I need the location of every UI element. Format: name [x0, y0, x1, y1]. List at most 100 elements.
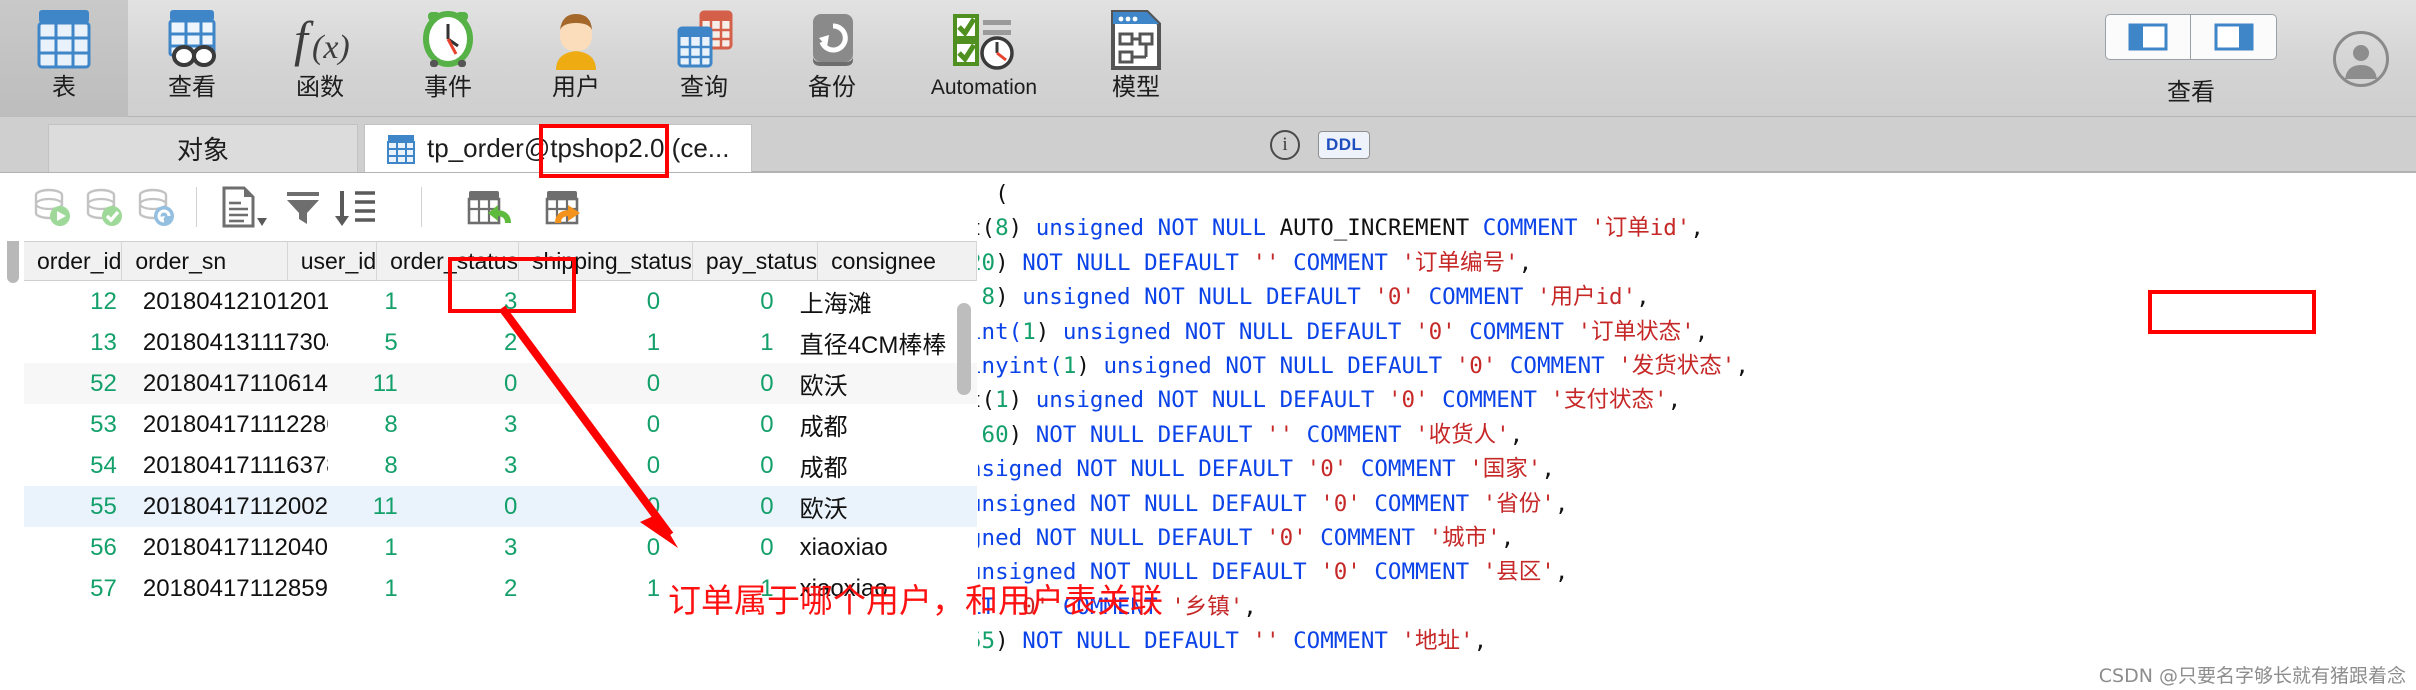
tab-objects[interactable]: 对象: [48, 124, 358, 172]
grid-cell-order_id[interactable]: 55: [24, 486, 130, 527]
grid-cell-consignee[interactable]: 直径4CM棒棒: [787, 322, 977, 363]
grid-cell-shipping_status[interactable]: 0: [530, 486, 673, 527]
grid-cell-user_id[interactable]: 11: [328, 486, 411, 527]
grid-cell-consignee[interactable]: 欧沃: [787, 363, 977, 404]
grid-cell-order_status[interactable]: 2: [411, 568, 531, 609]
grid-cell-user_id[interactable]: 11: [328, 363, 411, 404]
grid-column-header-consignee[interactable]: consignee: [818, 241, 977, 281]
grid-vertical-scrollbar[interactable]: [957, 291, 971, 681]
grid-cell-order_sn[interactable]: 201804171128591: [130, 568, 328, 609]
grid-cell-order_id[interactable]: 56: [24, 527, 130, 568]
grid-cell-order_sn[interactable]: 201804171120408: [130, 527, 328, 568]
table-icon: [387, 134, 415, 164]
table-row[interactable]: 55 201804171120026 11 0 0 0 欧沃: [24, 486, 977, 527]
grid-cell-order_id[interactable]: 57: [24, 568, 130, 609]
ribbon-item-table[interactable]: 表: [0, 0, 128, 117]
grid-cell-user_id[interactable]: 1: [328, 568, 411, 609]
tab-tp-order[interactable]: tp_order@tpshop2.0 (ce...: [364, 124, 753, 172]
ribbon-item-view[interactable]: 查看: [128, 0, 256, 117]
grid-cell-order_id[interactable]: 54: [24, 445, 130, 486]
table-row[interactable]: 52201804171106141411000欧沃: [24, 363, 977, 404]
grid-cell-shipping_status[interactable]: 0: [530, 281, 673, 322]
grid-cell-consignee[interactable]: 成都: [787, 445, 977, 486]
grid-cell-pay_status[interactable]: 0: [673, 527, 787, 568]
grid-cell-order_sn[interactable]: 201804171120026: [130, 486, 328, 527]
grid-cell-user_id[interactable]: 1: [328, 281, 411, 322]
grid-column-header-shipping_status[interactable]: shipping_status: [519, 241, 693, 281]
ribbon-item-query[interactable]: 查询: [640, 0, 768, 117]
grid-cell-order_sn[interactable]: 2018041711163786: [130, 445, 328, 486]
ddl-line: 55) NOT NULL DEFAULT '' COMMENT '地址',: [978, 628, 1488, 655]
grid-cell-shipping_status[interactable]: 0: [530, 527, 673, 568]
grid-column-header-order_sn[interactable]: order_sn: [122, 241, 288, 281]
grid-cell-order_sn[interactable]: 201804171112286: [130, 404, 328, 445]
grid-column-header-order_status[interactable]: order_status: [377, 241, 519, 281]
grid-cell-pay_status[interactable]: 0: [673, 281, 787, 322]
view-layout-group: 查看: [2076, 0, 2306, 117]
grid-cell-order_sn[interactable]: 201804131117304: [130, 322, 328, 363]
grid-cell-order_sn[interactable]: 201804121012019: [130, 281, 328, 322]
ribbon-item-function[interactable]: f (x) 函数: [256, 0, 384, 117]
grid-cell-shipping_status[interactable]: 1: [530, 568, 673, 609]
right-panel-layout-icon[interactable]: [2191, 14, 2277, 60]
table-row[interactable]: 12 201804121012019 1 3 0 0 上海滩: [24, 281, 977, 322]
grid-cell-order_status[interactable]: 2: [411, 322, 531, 363]
grid-cell-order_id[interactable]: 52: [24, 363, 130, 404]
ribbon-item-model[interactable]: 模型: [1072, 0, 1200, 117]
database-rollback-icon[interactable]: [130, 181, 182, 233]
avatar[interactable]: [2306, 0, 2416, 117]
info-icon[interactable]: i: [1270, 130, 1300, 160]
grid-cell-pay_status[interactable]: 1: [673, 322, 787, 363]
grid-cell-order_status[interactable]: 3: [411, 527, 531, 568]
database-run-icon[interactable]: [26, 181, 78, 233]
grid-cell-order_status[interactable]: 3: [411, 404, 531, 445]
ribbon-item-event[interactable]: 事件: [384, 0, 512, 117]
grid-cell-user_id[interactable]: 8: [328, 445, 411, 486]
table-row[interactable]: 13 201804131117304 5 2 1 1 直径4CM棒棒: [24, 322, 977, 363]
grid-cell-pay_status[interactable]: 0: [673, 404, 787, 445]
filter-icon[interactable]: [277, 181, 329, 233]
grid-cell-order_status[interactable]: 0: [411, 486, 531, 527]
left-panel-layout-icon[interactable]: [2105, 14, 2191, 60]
grid-cell-order_status[interactable]: 0: [411, 363, 531, 404]
ribbon-toolbar: 表 查看 f (x) 函数 事件 用户 查询 备份 Automation 模型 …: [0, 0, 2416, 117]
grid-cell-pay_status[interactable]: 0: [673, 363, 787, 404]
ribbon-item-user[interactable]: 用户: [512, 0, 640, 117]
grid-cell-user_id[interactable]: 5: [328, 322, 411, 363]
grid-column-header-order_id[interactable]: order_id: [24, 241, 123, 281]
grid-cell-user_id[interactable]: 1: [328, 527, 411, 568]
grid-column-header-user_id[interactable]: user_id: [288, 241, 378, 281]
ribbon-item-automation[interactable]: Automation: [896, 0, 1072, 117]
ddl-sql-pane[interactable]: ` (t(8) unsigned NOT NULL AUTO_INCREMENT…: [978, 173, 2416, 690]
database-commit-icon[interactable]: [78, 181, 130, 233]
grid-vertical-scroll-thumb[interactable]: [957, 303, 971, 395]
ddl-button[interactable]: DDL: [1318, 131, 1371, 159]
grid-cell-shipping_status[interactable]: 0: [530, 445, 673, 486]
grid-cell-consignee[interactable]: 上海滩: [787, 281, 977, 322]
grid-cell-consignee[interactable]: 成都: [787, 404, 977, 445]
grid-cell-order_status[interactable]: 3: [411, 281, 531, 322]
document-dropdown-icon[interactable]: [211, 181, 277, 233]
sort-descending-icon[interactable]: [329, 181, 381, 233]
table-row[interactable]: 53 201804171112286 8 3 0 0 成都: [24, 404, 977, 445]
grid-cell-consignee[interactable]: xiaoxiao: [787, 527, 977, 568]
toolbar-separator: [196, 187, 197, 227]
table-import-icon[interactable]: [462, 181, 514, 233]
grid-cell-shipping_status[interactable]: 0: [530, 363, 673, 404]
grid-cell-shipping_status[interactable]: 0: [530, 404, 673, 445]
grid-cell-order_status[interactable]: 3: [411, 445, 531, 486]
grid-column-header-pay_status[interactable]: pay_status: [693, 241, 819, 281]
grid-cell-order_id[interactable]: 13: [24, 322, 130, 363]
grid-cell-shipping_status[interactable]: 1: [530, 322, 673, 363]
grid-cell-order_id[interactable]: 53: [24, 404, 130, 445]
grid-cell-order_id[interactable]: 12: [24, 281, 130, 322]
grid-cell-pay_status[interactable]: 0: [673, 486, 787, 527]
table-row[interactable]: 5420180417111637868300成都: [24, 445, 977, 486]
grid-cell-pay_status[interactable]: 0: [673, 445, 787, 486]
grid-cell-consignee[interactable]: 欧沃: [787, 486, 977, 527]
table-row[interactable]: 56 201804171120408 1 3 0 0 xiaoxiao: [24, 527, 977, 568]
table-export-icon[interactable]: [540, 181, 592, 233]
grid-cell-user_id[interactable]: 8: [328, 404, 411, 445]
ribbon-item-backup[interactable]: 备份: [768, 0, 896, 117]
grid-cell-order_sn[interactable]: 2018041711061414: [130, 363, 328, 404]
